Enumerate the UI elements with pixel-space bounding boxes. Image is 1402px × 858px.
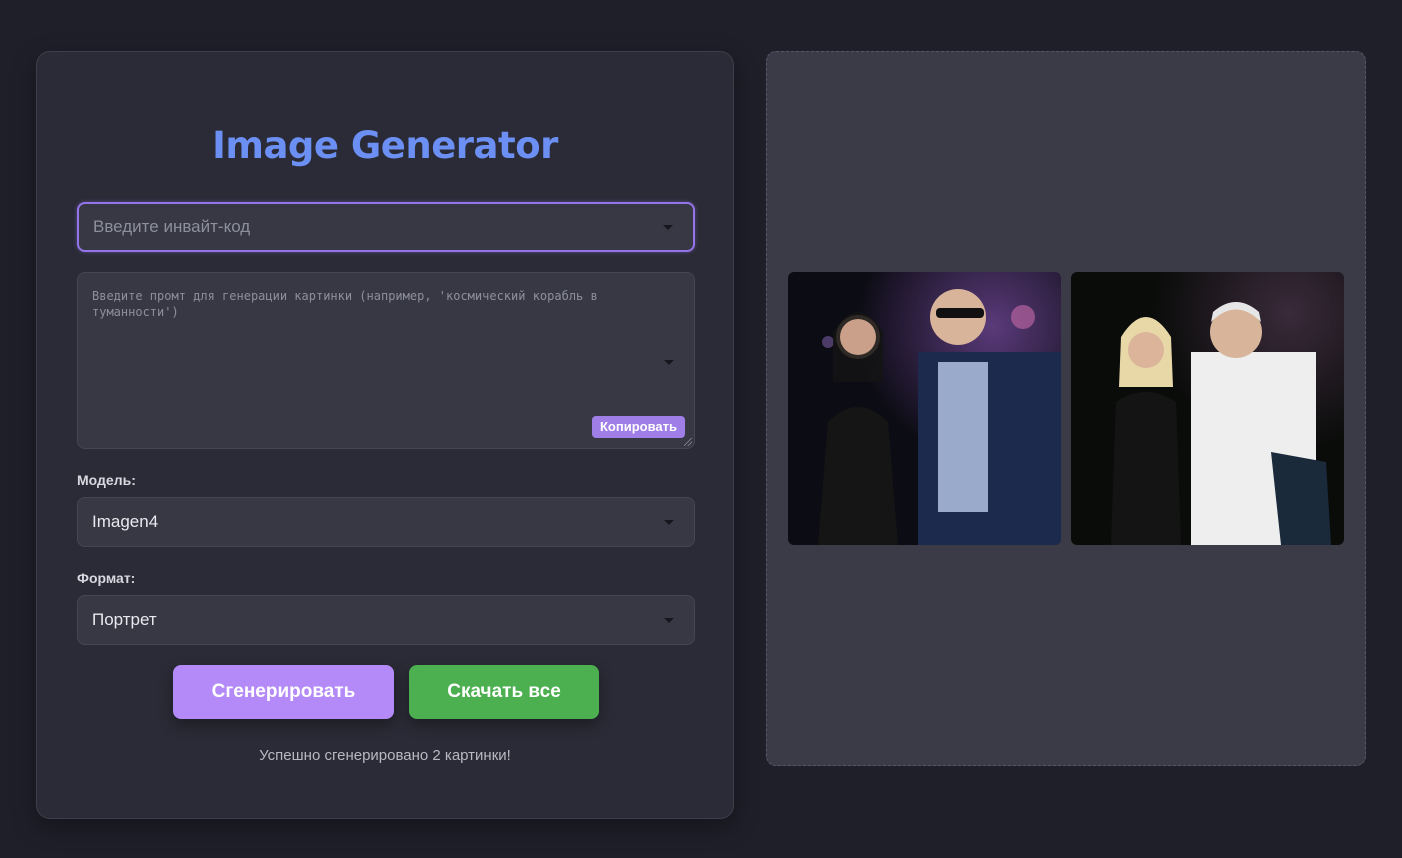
download-all-button[interactable]: Скачать все xyxy=(409,665,599,719)
prompt-textarea[interactable]: Введите промт для генерации картинки (на… xyxy=(77,272,695,449)
prompt-placeholder: Введите промт для генерации картинки (на… xyxy=(92,289,598,319)
model-select[interactable]: Imagen4 xyxy=(77,497,695,547)
generate-button[interactable]: Сгенерировать xyxy=(173,665,394,719)
format-select[interactable]: Портрет xyxy=(77,595,695,645)
page-title: Image Generator xyxy=(212,124,558,167)
results-panel xyxy=(766,51,1366,766)
chevron-down-icon xyxy=(664,618,674,623)
generated-image[interactable] xyxy=(788,272,1061,545)
generator-panel: Image Generator Введите инвайт-код Введи… xyxy=(36,51,734,819)
invite-code-select[interactable]: Введите инвайт-код xyxy=(77,202,695,252)
chevron-down-icon xyxy=(664,520,674,525)
chevron-down-icon xyxy=(663,225,673,230)
format-value: Портрет xyxy=(92,610,157,629)
model-value: Imagen4 xyxy=(92,512,159,531)
resize-handle[interactable] xyxy=(684,438,692,446)
copy-button[interactable]: Копировать xyxy=(591,416,685,438)
invite-code-placeholder: Введите инвайт-код xyxy=(93,217,251,236)
model-label: Модель: xyxy=(77,472,136,488)
generated-image[interactable] xyxy=(1071,272,1344,545)
chevron-down-icon[interactable] xyxy=(664,360,674,365)
status-message: Успешно сгенерировано 2 картинки! xyxy=(259,747,511,764)
format-label: Формат: xyxy=(77,570,136,586)
